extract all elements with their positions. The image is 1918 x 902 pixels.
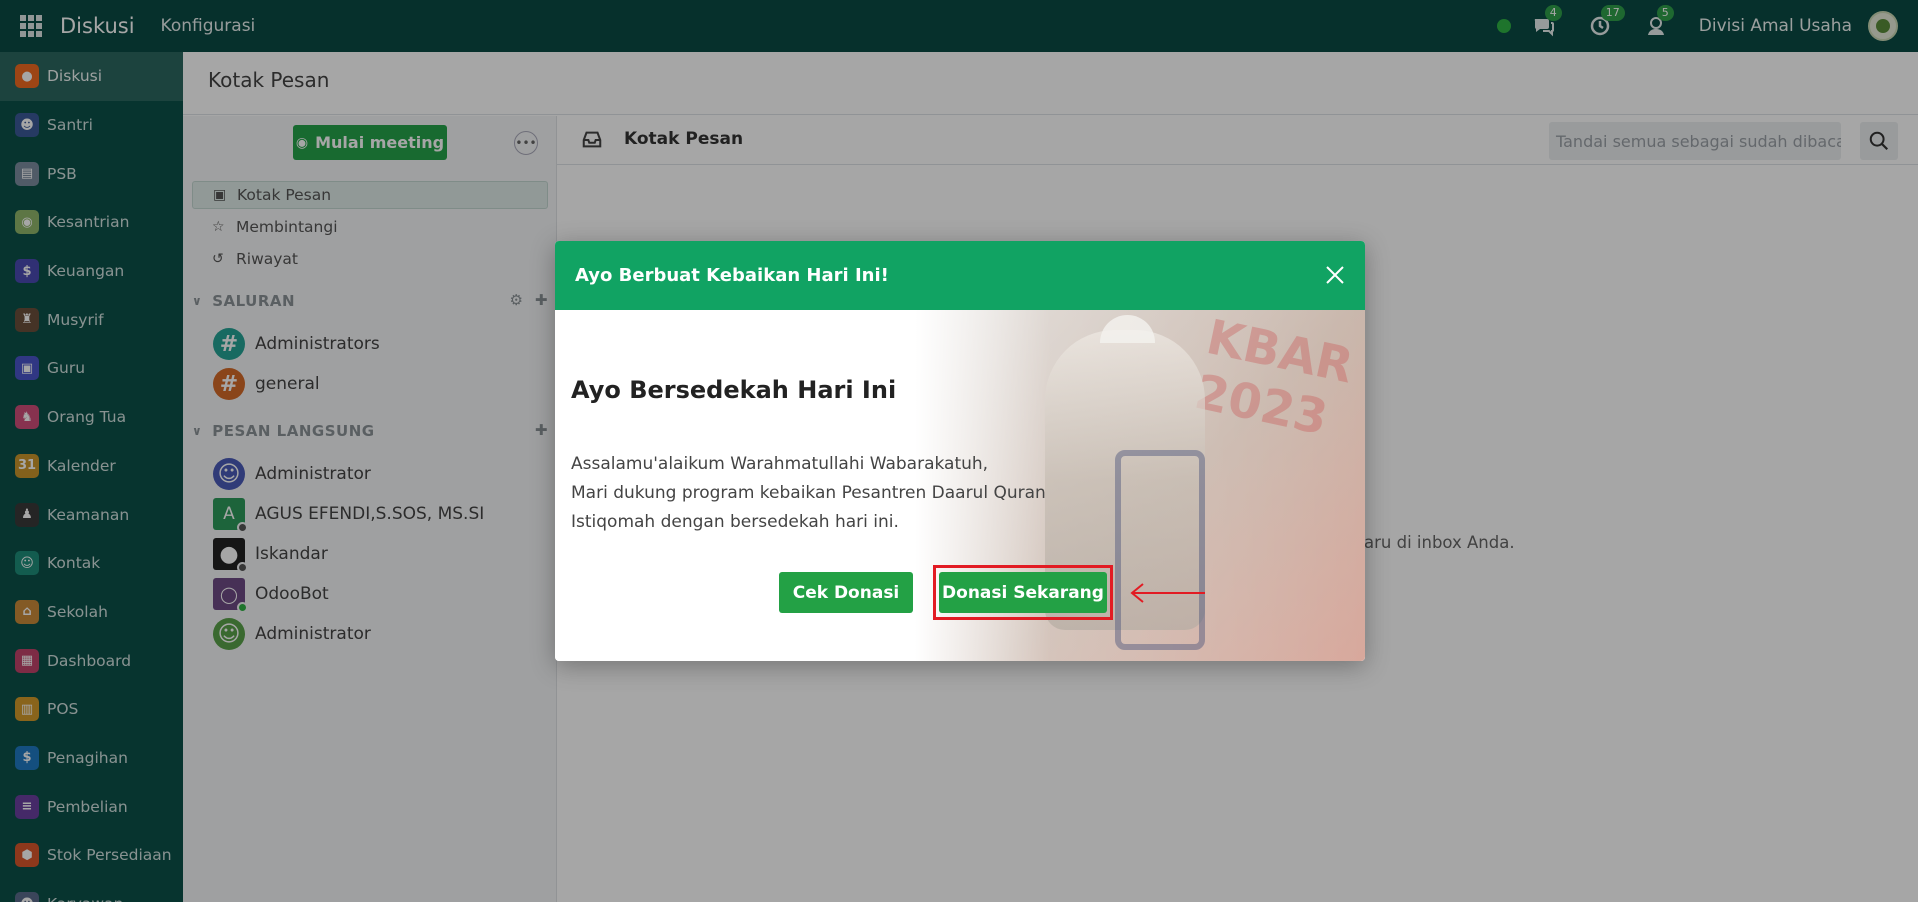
modal-text-line: Istiqomah dengan bersedekah hari ini.: [571, 512, 899, 532]
close-icon[interactable]: [1323, 263, 1347, 287]
check-donation-button[interactable]: Cek Donasi: [779, 572, 913, 613]
modal-text-line: Assalamu'alaikum Warahmatullahi Wabaraka…: [571, 454, 989, 474]
donation-modal: Ayo Berbuat Kebaikan Hari Ini! KBAR 2023…: [555, 241, 1365, 661]
donate-now-button[interactable]: Donasi Sekarang: [939, 572, 1107, 613]
person-cap: [1100, 315, 1155, 343]
banner-text: KBAR 2023: [1190, 309, 1359, 447]
modal-body: KBAR 2023 Ayo Bersedekah Hari Ini Assala…: [555, 309, 1365, 661]
modal-text: Assalamu'alaikum Warahmatullahi Wabaraka…: [571, 450, 1071, 537]
modal-header: Ayo Berbuat Kebaikan Hari Ini!: [555, 241, 1365, 310]
modal-title: Ayo Bersedekah Hari Ini: [571, 376, 897, 404]
modal-text-line: Mari dukung program kebaikan Pesantren D…: [571, 483, 1046, 503]
arrow-left-icon: [1130, 583, 1205, 603]
modal-header-title: Ayo Berbuat Kebaikan Hari Ini!: [575, 265, 889, 286]
chair-figure: [1115, 450, 1205, 650]
